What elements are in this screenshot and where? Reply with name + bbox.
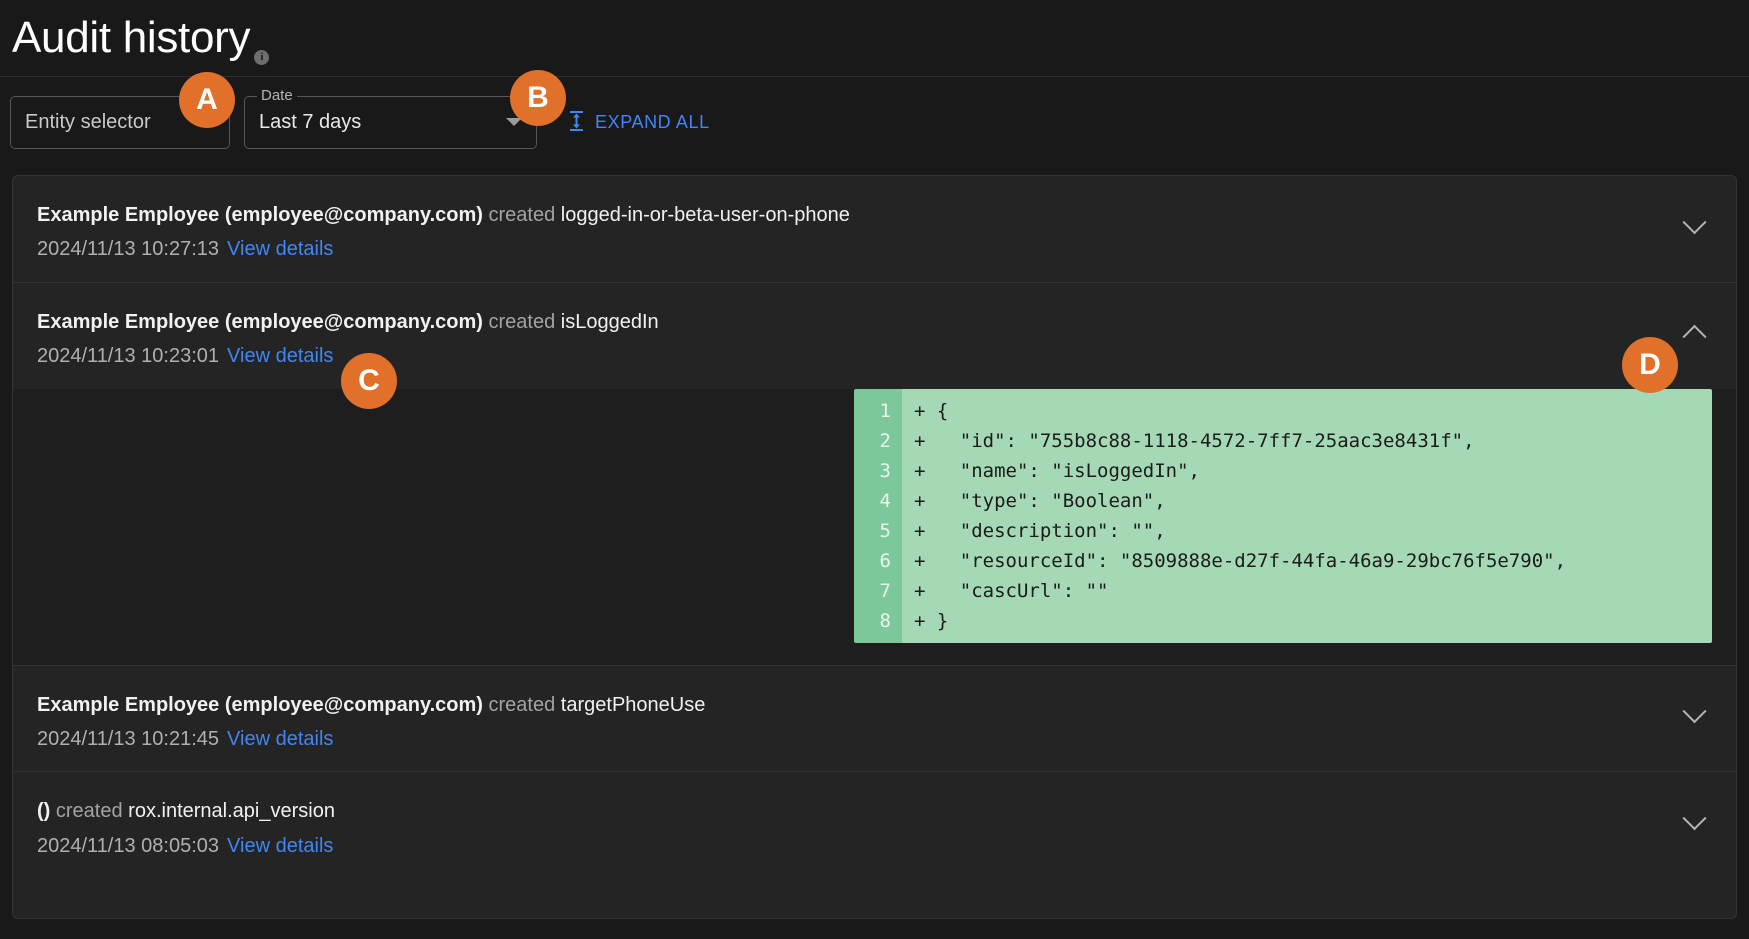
entity-selector-dropdown[interactable]: Entity selector — [10, 95, 230, 149]
audit-row-summary: Example Employee (employee@company.com) … — [37, 201, 850, 229]
timestamp: 2024/11/13 10:27:13 — [37, 238, 220, 261]
diff-line-number: 5 — [879, 519, 891, 542]
audit-row: Example Employee (employee@company.com) … — [13, 666, 1736, 773]
timestamp: 2024/11/13 10:21:45 — [37, 727, 220, 750]
audit-row-text: Example Employee (employee@company.com) … — [37, 192, 850, 264]
view-details-link[interactable]: View details — [227, 345, 333, 367]
diff-line: + "name": "isLoggedIn", — [914, 459, 1200, 482]
date-field-label: Date — [257, 87, 297, 103]
audit-row-header[interactable]: Example Employee (employee@company.com) … — [13, 666, 1736, 772]
audit-list: Example Employee (employee@company.com) … — [12, 175, 1737, 919]
audit-row-meta: 2024/11/13 08:05:03 View details — [37, 832, 335, 860]
diff-content[interactable]: + { + "id": "755b8c88-1118-4572-7ff7-25aa… — [902, 388, 1712, 643]
audit-row-header[interactable]: () created rox.internal.api_version 2024… — [13, 772, 1736, 878]
audit-row-meta: 2024/11/13 10:27:13 View details — [37, 235, 850, 263]
date-range-dropdown[interactable]: Date Last 7 days — [244, 87, 537, 149]
chevron-down-icon — [1681, 806, 1707, 831]
actor-name: () — [37, 800, 51, 823]
page-header: Audit history i — [0, 0, 1749, 77]
info-icon[interactable]: i — [254, 50, 270, 65]
chevron-down-icon — [1681, 209, 1707, 234]
audit-history-page: Audit history i Entity selector Date Last… — [0, 0, 1749, 939]
subject-name: rox.internal.api_version — [128, 800, 335, 823]
diff-line: + "type": "Boolean", — [914, 489, 1166, 512]
audit-row-text: () created rox.internal.api_version 2024… — [37, 788, 335, 860]
timestamp: 2024/11/13 10:23:01 — [37, 345, 220, 368]
actor-name: Example Employee (employee@company.com) — [37, 693, 483, 716]
diff-line-numbers: 1 2 3 4 5 6 7 8 — [854, 388, 902, 643]
diff-line-number: 6 — [879, 549, 891, 572]
audit-row: Example Employee (employee@company.com) … — [13, 176, 1736, 283]
diff-line-number: 7 — [879, 579, 891, 602]
diff-view: 1 2 3 4 5 6 7 8 + { + "id": "755b8c88-1118-4572-… — [854, 388, 1712, 643]
audit-row-text: Example Employee (employee@company.com) … — [37, 299, 659, 371]
audit-row-meta: 2024/11/13 10:21:45 View details — [37, 725, 705, 753]
expand-vertical-icon — [567, 110, 586, 135]
expand-all-button[interactable]: EXPAND ALL — [563, 104, 714, 141]
view-details-link[interactable]: View details — [227, 238, 333, 260]
action-verb: created — [488, 310, 556, 333]
diff-line: + "description": "", — [914, 519, 1166, 542]
chevron-down-icon — [506, 118, 522, 126]
view-details-link[interactable]: View details — [227, 835, 333, 857]
row-toggle-button[interactable] — [1674, 313, 1714, 353]
row-toggle-button[interactable] — [1674, 206, 1714, 246]
diff-line: + } — [914, 609, 949, 632]
audit-row: () created rox.internal.api_version 2024… — [13, 772, 1736, 878]
chevron-down-icon — [1681, 699, 1707, 724]
action-verb: created — [488, 693, 556, 716]
diff-line-number: 8 — [879, 609, 891, 632]
audit-row: Example Employee (employee@company.com) … — [13, 283, 1736, 666]
entity-selector-value: Entity selector — [25, 110, 151, 133]
audit-row-header[interactable]: Example Employee (employee@company.com) … — [13, 176, 1736, 282]
date-range-value: Last 7 days — [259, 110, 362, 133]
actor-name: Example Employee (employee@company.com) — [37, 204, 483, 226]
chevron-up-icon — [1681, 325, 1707, 350]
audit-row-meta: 2024/11/13 10:23:01 View details — [37, 342, 659, 370]
diff-line-number: 1 — [879, 399, 891, 422]
diff-line: + "cascUrl": "" — [914, 579, 1109, 602]
audit-row-summary: Example Employee (employee@company.com) … — [37, 691, 705, 719]
view-details-link[interactable]: View details — [227, 728, 333, 750]
subject-name: isLoggedIn — [560, 310, 659, 333]
chevron-down-icon — [199, 118, 215, 126]
row-toggle-button[interactable] — [1674, 802, 1714, 842]
action-verb: created — [488, 204, 556, 226]
audit-row-header[interactable]: Example Employee (employee@company.com) … — [13, 283, 1736, 389]
diff-line-number: 2 — [879, 429, 891, 452]
diff-line: + { — [914, 399, 949, 422]
diff-line-number: 4 — [879, 489, 891, 512]
audit-row-summary: Example Employee (employee@company.com) … — [37, 308, 659, 336]
timestamp: 2024/11/13 08:05:03 — [37, 834, 220, 857]
audit-row-text: Example Employee (employee@company.com) … — [37, 682, 705, 754]
subject-name: logged-in-or-beta-user-on-phone — [560, 204, 850, 226]
expand-all-label: EXPAND ALL — [595, 111, 710, 132]
filters-toolbar: Entity selector Date Last 7 days EXPAND … — [0, 77, 1749, 167]
action-verb: created — [55, 800, 123, 823]
row-toggle-button[interactable] — [1674, 696, 1714, 736]
actor-name: Example Employee (employee@company.com) — [37, 310, 483, 333]
diff-line-number: 3 — [879, 459, 891, 482]
diff-line: + "id": "755b8c88-1118-4572-7ff7-25aac3e… — [914, 429, 1475, 452]
page-title: Audit history i — [12, 13, 270, 65]
subject-name: targetPhoneUse — [560, 693, 706, 716]
page-title-text: Audit history — [12, 13, 251, 62]
diff-line: + "resourceId": "8509888e-d27f-44fa-46a9… — [914, 549, 1567, 572]
audit-row-summary: () created rox.internal.api_version — [37, 797, 335, 825]
diff-panel: 1 2 3 4 5 6 7 8 + { + "id": "755b8c88-1118-4572-… — [13, 388, 1736, 665]
